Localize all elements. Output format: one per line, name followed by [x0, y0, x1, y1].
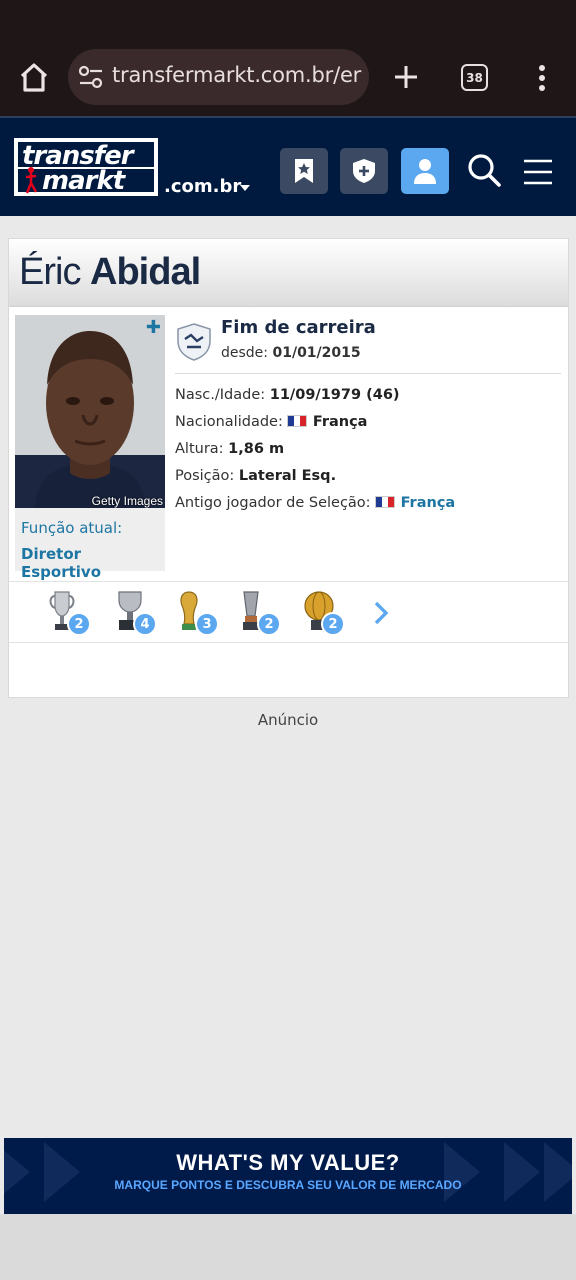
watchlist-button[interactable] — [280, 148, 328, 194]
champions-league-trophy-icon[interactable]: 2 — [47, 590, 95, 638]
player-first-name: Éric — [19, 251, 81, 293]
player-photo[interactable]: ✚ Getty Images — [15, 315, 165, 508]
site-header: transfer markt .com.br — [0, 116, 576, 216]
bottom-area — [0, 1214, 576, 1280]
current-role-value[interactable]: Diretor Esportivo — [21, 545, 165, 581]
player-logo-icon — [25, 167, 38, 194]
club-world-cup-trophy-icon[interactable]: 2 — [301, 590, 349, 638]
chevron-down-icon[interactable] — [240, 185, 250, 191]
banner-title: WHAT'S MY VALUE? — [176, 1150, 400, 1175]
player-profile-card: Éric Abidal ✚ Getty Images Função atual:… — [8, 238, 569, 698]
browser-toolbar: transfermarkt.com.br/eric 38 — [0, 0, 576, 116]
player-portrait-image — [15, 315, 165, 508]
photo-credit: Getty Images — [91, 494, 163, 508]
club-status[interactable]: Fim de carreira — [221, 317, 376, 338]
address-bar[interactable]: transfermarkt.com.br/eric — [68, 49, 369, 105]
new-tab-icon[interactable] — [388, 58, 424, 96]
url-text: transfermarkt.com.br/eric — [112, 63, 362, 87]
chevron-right-icon[interactable] — [371, 600, 391, 626]
hamburger-menu-icon[interactable] — [522, 158, 554, 186]
national-team-link[interactable]: França — [401, 495, 456, 511]
tab-switcher-button[interactable]: 38 — [461, 64, 488, 91]
home-icon[interactable] — [14, 58, 54, 98]
since-date: desde: 01/01/2015 — [221, 345, 361, 361]
france-flag-icon — [374, 496, 395, 508]
france-flag-icon — [286, 415, 307, 427]
current-role-label: Função atual: — [21, 519, 123, 537]
position-row: Posição: Lateral Esq. — [175, 468, 337, 484]
add-photo-icon[interactable]: ✚ — [146, 317, 161, 338]
user-account-button[interactable] — [401, 148, 449, 194]
divider — [175, 373, 561, 374]
whats-my-value-banner[interactable]: WHAT'S MY VALUE? MARQUE PONTOS E DESCUBR… — [4, 1138, 572, 1214]
search-icon[interactable] — [466, 152, 502, 188]
user-icon — [414, 159, 436, 184]
transfermarkt-logo[interactable]: transfer markt — [14, 138, 158, 196]
birth-row: Nasc./Idade: 11/09/1979 (46) — [175, 387, 400, 403]
player-name: Éric Abidal — [19, 251, 201, 294]
bookmark-star-icon — [295, 159, 313, 183]
banner-subtitle: MARQUE PONTOS E DESCUBRA SEU VALOR DE ME… — [114, 1178, 462, 1192]
ad-label: Anúncio — [257, 711, 319, 729]
trophy-carousel: 2 4 3 2 2 — [9, 581, 568, 643]
retired-club-icon[interactable] — [177, 323, 211, 361]
shield-plus-icon — [353, 159, 375, 183]
player-name-header: Éric Abidal — [9, 239, 568, 307]
super-cup-trophy-icon[interactable]: 2 — [237, 590, 285, 638]
national-team-row: Antigo jogador de Seleção: França — [175, 495, 456, 511]
nationality-row: Nacionalidade: França — [175, 414, 368, 430]
player-photo-panel: ✚ Getty Images Função atual: Diretor Esp… — [15, 315, 165, 581]
domain-selector[interactable]: .com.br — [164, 176, 241, 197]
world-cup-trophy-icon[interactable]: 3 — [175, 590, 223, 638]
more-options-icon[interactable] — [532, 62, 552, 94]
site-settings-icon[interactable] — [78, 65, 104, 89]
la-liga-trophy-icon[interactable]: 4 — [113, 590, 161, 638]
club-follow-button[interactable] — [340, 148, 388, 194]
height-row: Altura: 1,86 m — [175, 441, 285, 457]
player-last-name: Abidal — [90, 251, 201, 293]
